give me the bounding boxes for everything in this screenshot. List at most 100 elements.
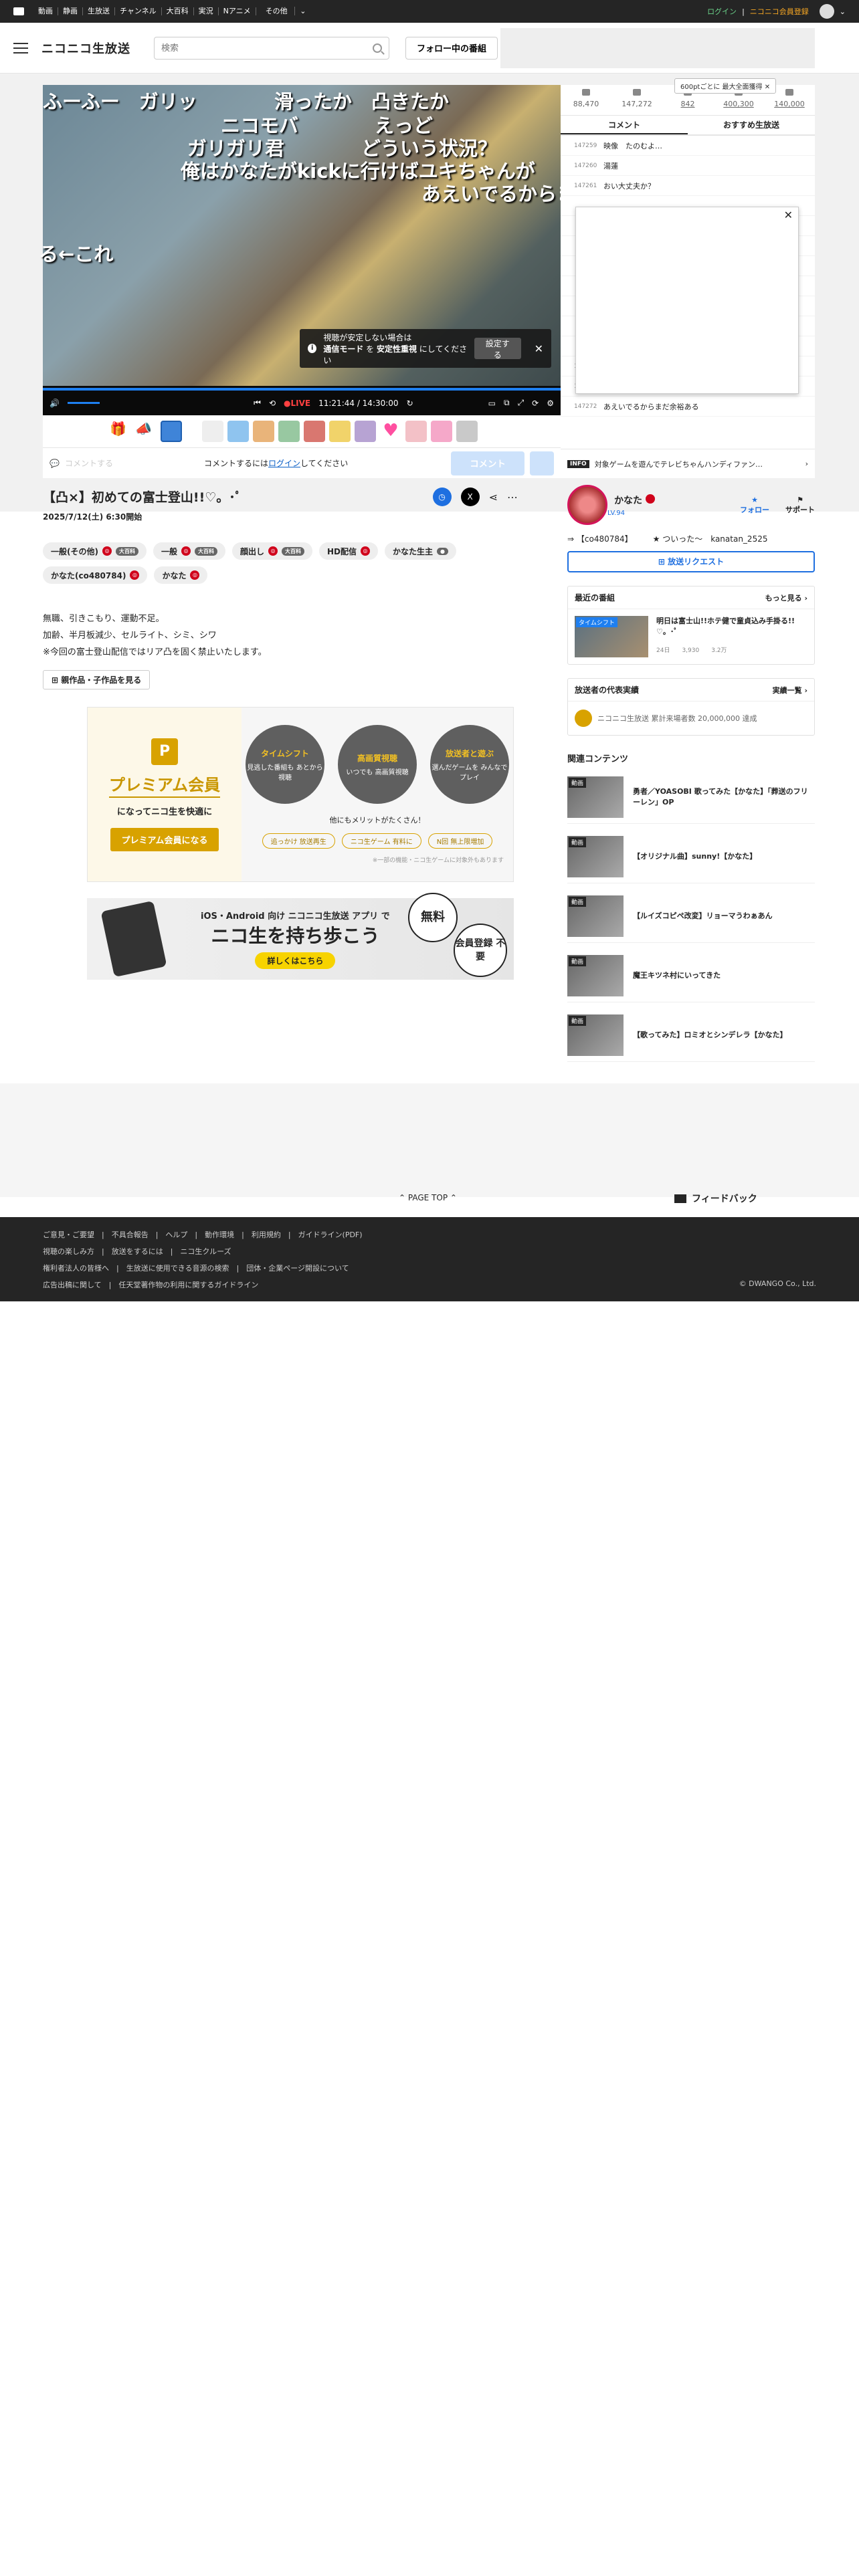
sticker-slot[interactable] [202, 421, 223, 442]
follow-button[interactable]: ★ フォロー [740, 496, 769, 515]
comment-submit-button[interactable]: コメント [451, 451, 524, 475]
volume-icon[interactable]: 🔊 [50, 399, 60, 408]
timeshift-icon[interactable]: ⟲ [269, 399, 276, 408]
footer-links[interactable]: ご意見・ご要望 | 不具合報告 | ヘルプ | 動作環境 | 利用規約 | ガイ… [43, 1226, 816, 1243]
timeshift-reserve-icon[interactable]: ◷ [432, 488, 452, 506]
page-top-link[interactable]: ⌃ PAGE TOP ⌃ [399, 1193, 457, 1202]
sticker-slot[interactable] [329, 421, 351, 442]
comment-input[interactable]: コメントする [65, 457, 199, 469]
sticker-slot[interactable] [253, 421, 274, 442]
comment-row[interactable]: 147272 あえいでるからまだ余裕ある [561, 397, 815, 417]
tag-reserve-icon[interactable]: ◎ [361, 546, 371, 556]
comment-row[interactable]: 147260 湯蓮 [561, 156, 815, 176]
dic-badge[interactable]: 大百科 [195, 546, 217, 556]
sticker-slot[interactable] [431, 421, 452, 442]
footer-links[interactable]: 広告出稿に関して | 任天堂著作物の利用に関するガイドライン [43, 1277, 816, 1293]
tab-recommend[interactable]: おすすめ生放送 [688, 116, 815, 134]
recent-program-item[interactable]: タイムシフト 明日は富士山!!ホテ健で童貞込み手掛る!!♡。･ﾟ 24日 3,9… [568, 609, 814, 664]
community-link[interactable]: ⇒ 【co480784】 [567, 533, 633, 544]
close-icon[interactable]: ✕ [765, 84, 770, 91]
comment-toggle-icon[interactable]: ▭ [488, 399, 496, 408]
feedback-link[interactable]: フィードバック [674, 1192, 757, 1205]
gear-icon[interactable]: ⚙ [547, 399, 554, 408]
emotion-icon[interactable] [161, 421, 182, 442]
comment-row[interactable]: 147261 おい大丈夫か？ [561, 176, 815, 196]
nav-live[interactable]: 生放送 [82, 7, 114, 15]
header-ad[interactable] [500, 28, 815, 68]
close-icon[interactable]: ✕ [784, 209, 793, 221]
app-details-button[interactable]: 詳しくはこちら [255, 952, 336, 969]
tag-item[interactable]: HD配信 ◎ [319, 542, 379, 560]
tab-comments[interactable]: コメント [561, 116, 688, 134]
menu-icon[interactable] [13, 42, 28, 53]
user-avatar-icon[interactable] [819, 4, 834, 19]
support-button[interactable]: ⚑ サポート [785, 496, 815, 515]
advertise-icon[interactable]: 📣 [135, 421, 157, 442]
sticker-slot[interactable] [355, 421, 376, 442]
dic-badge[interactable]: ● [437, 547, 449, 555]
heart-icon[interactable]: ♥ [380, 421, 401, 442]
streamer-avatar[interactable] [567, 485, 607, 525]
footer-links[interactable]: 権利者法人の皆様へ | 生放送に使用できる音源の検索 | 団体・企業ページ開設に… [43, 1260, 816, 1277]
nav-anime[interactable]: Nアニメ [217, 7, 256, 15]
reload-stream-icon[interactable]: ⟳ [532, 399, 539, 408]
search-box[interactable] [154, 36, 389, 60]
tag-item[interactable]: かなた(co480784) ◎ [43, 566, 148, 584]
info-ticker[interactable]: INFO 対象ゲームを遊んでテレビちゃんハンディファン… › [561, 449, 815, 478]
login-link[interactable]: ログイン [707, 6, 737, 17]
sticker-slot[interactable] [456, 421, 478, 442]
premium-banner[interactable]: P プレミアム会員 になってニコ生を快適に プレミアム会員になる タイムシフト見… [87, 707, 514, 882]
related-item[interactable]: 動画 魔王キツネ村にいってきた [567, 955, 815, 1002]
nav-seiga[interactable]: 静画 [58, 7, 82, 15]
video-player[interactable]: ふーふー ガリッ 滑ったか 凸きたか ニコモバ えっど ガリガリ君 どういう状況… [39, 85, 595, 386]
streamer-name[interactable]: かなた [614, 494, 655, 507]
recent-more-link[interactable]: もっと見る › [765, 593, 807, 603]
nav-channel[interactable]: チャンネル [114, 7, 161, 15]
tag-item[interactable]: 一般(その他) ◎ 大百科 [43, 542, 147, 560]
related-item[interactable]: 動画 【歌ってみた】ロミオとシンデレラ【かなた】 [567, 1014, 815, 1062]
tag-reserve-icon[interactable]: ◎ [181, 546, 191, 556]
tag-reserve-icon[interactable]: ◎ [102, 546, 112, 556]
footer-links[interactable]: 視聴の楽しみ方 | 放送をするには | ニコ生クルーズ [43, 1243, 816, 1260]
close-icon[interactable]: ✕ [535, 342, 543, 355]
tag-reserve-icon[interactable]: ◎ [190, 570, 200, 580]
comment-login-link[interactable]: ログイン [268, 459, 300, 468]
nav-more[interactable]: その他 ⌄ [255, 7, 316, 15]
niconico-tv-icon[interactable] [13, 7, 24, 15]
related-works-button[interactable]: ⊞ 親作品・子作品を見る [43, 670, 151, 689]
related-item[interactable]: 動画 勇者／YOASOBI 歌ってみた【かなた】「葬送のフリーレン」OP [567, 776, 815, 824]
sticker-slot[interactable] [405, 421, 427, 442]
share-icon[interactable]: ⋖ [489, 491, 498, 504]
rep-more-link[interactable]: 実績一覧 › [773, 685, 807, 695]
related-item[interactable]: 動画 【ルイズコピペ改変】リョーマうわぁあん [567, 895, 815, 943]
following-programs-button[interactable]: フォロー中の番組 [405, 36, 498, 60]
sticker-slot[interactable] [304, 421, 325, 442]
gift-icon[interactable]: 🎁 [110, 421, 131, 442]
register-link[interactable]: ニコニコ会員登録 [750, 6, 809, 17]
pip-icon[interactable]: ⧉ [504, 398, 510, 408]
tag-item[interactable]: 一般 ◎ 大百科 [153, 542, 225, 560]
skip-back-icon[interactable]: ⏮ [254, 398, 261, 408]
dic-badge[interactable]: 大百科 [115, 546, 138, 556]
nav-dic[interactable]: 大百科 [161, 7, 193, 15]
chevron-down-icon[interactable]: ⌄ [840, 7, 846, 16]
nav-douga[interactable]: 動画 [33, 7, 58, 15]
tag-reserve-icon[interactable]: ◎ [130, 570, 140, 580]
broadcast-request-button[interactable]: ⊞ 放送リクエスト [567, 551, 815, 572]
more-icon[interactable]: ⋯ [507, 491, 518, 504]
chevron-right-icon[interactable]: › [805, 459, 808, 468]
tag-reserve-icon[interactable]: ◎ [268, 546, 278, 556]
live-indicator[interactable]: ●LIVE [284, 399, 310, 408]
tag-item[interactable]: かなた ◎ [154, 566, 208, 584]
nav-jikkyo[interactable]: 実況 [193, 7, 218, 15]
tag-item[interactable]: 顔出し ◎ 大百科 [232, 542, 313, 560]
related-item[interactable]: 動画 【オリジナル曲】sunny!【かなた】 [567, 836, 815, 883]
fullscreen-icon[interactable]: ⤢ [518, 398, 524, 408]
search-icon[interactable] [373, 43, 382, 53]
dic-badge[interactable]: 大百科 [282, 546, 305, 556]
volume-slider[interactable] [67, 402, 100, 404]
comment-assist-icon[interactable] [530, 451, 554, 475]
sticker-slot[interactable] [278, 421, 300, 442]
x-share-icon[interactable]: X [460, 488, 480, 506]
tag-item[interactable]: かなた生主 ● [385, 542, 457, 560]
